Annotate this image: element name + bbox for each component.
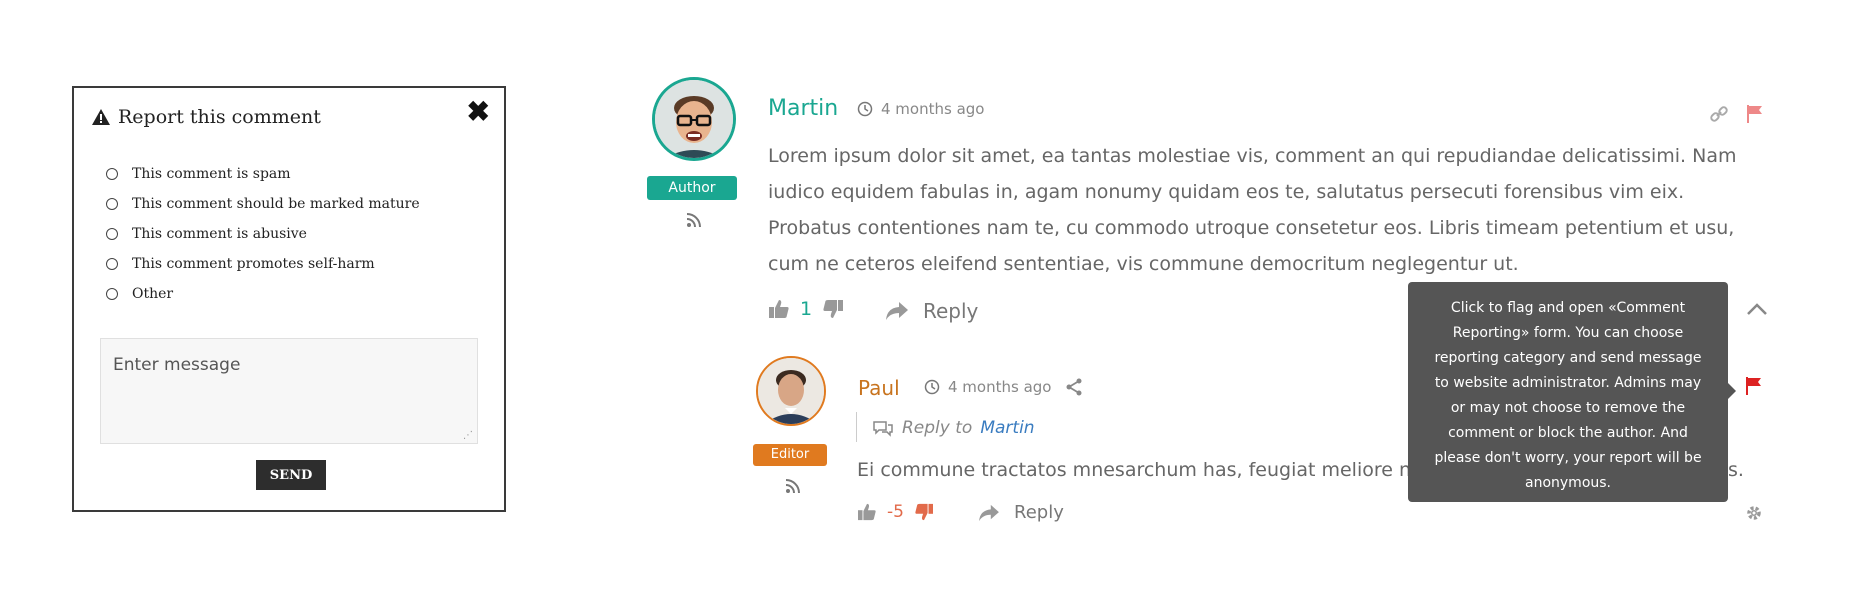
report-option-label: This comment is spam	[132, 166, 291, 182]
author-name-text: Paul	[858, 376, 900, 400]
vote-count: 1	[800, 298, 813, 320]
report-option-self-harm[interactable]: This comment promotes self-harm	[106, 256, 375, 272]
reply-to-link[interactable]: Martin	[980, 418, 1034, 438]
report-comment-modal: Report this comment ✖ This comment is sp…	[72, 86, 506, 512]
report-option-label: This comment is abusive	[132, 226, 307, 242]
comment-author-name[interactable]: Paul	[858, 376, 900, 400]
avatar-paul[interactable]	[756, 356, 826, 426]
flag-icon[interactable]	[1746, 104, 1764, 129]
share-icon[interactable]	[1065, 378, 1083, 396]
clock-icon	[857, 101, 873, 117]
reply-label: Reply	[1014, 502, 1064, 523]
avatar-image	[758, 358, 824, 424]
link-icon[interactable]	[1710, 105, 1728, 128]
close-icon[interactable]: ✖	[467, 98, 490, 126]
modal-title: Report this comment	[92, 106, 321, 128]
reply-to-divider	[856, 412, 857, 442]
comment-timestamp: 4 months ago	[857, 100, 984, 118]
reply-icon	[979, 504, 999, 521]
tooltip-line: anonymous.	[1525, 475, 1611, 491]
message-textarea[interactable]: Enter message ⋰	[100, 338, 478, 444]
report-option-spam[interactable]: This comment is spam	[106, 166, 291, 182]
tooltip-line: comment or block the author. And	[1448, 425, 1688, 441]
gear-icon[interactable]	[1745, 504, 1763, 527]
message-placeholder: Enter message	[113, 355, 241, 375]
tooltip-line: please don't worry, your report will be	[1434, 450, 1702, 466]
author-name-text: Martin	[768, 96, 839, 121]
avatar-image	[655, 80, 733, 158]
avatar-martin[interactable]	[652, 77, 736, 161]
radio-button[interactable]	[106, 288, 118, 300]
report-option-other[interactable]: Other	[106, 286, 173, 302]
author-badge: Author	[647, 176, 737, 200]
tooltip-line: Reporting» form. You can choose	[1452, 325, 1684, 341]
vote-controls: 1	[768, 298, 844, 320]
radio-button[interactable]	[106, 198, 118, 210]
report-option-label: This comment promotes self-harm	[132, 256, 375, 272]
tooltip-line: reporting category and send message	[1434, 350, 1702, 366]
tooltip-line: or may not choose to remove the	[1450, 400, 1686, 416]
resize-handle-icon[interactable]: ⋰	[463, 430, 473, 441]
tooltip-line: to website administrator. Admins may	[1434, 375, 1702, 391]
warning-icon	[92, 109, 110, 125]
timestamp-text: 4 months ago	[881, 100, 985, 118]
chevron-up-icon[interactable]	[1746, 302, 1768, 321]
thumbs-down-icon[interactable]	[914, 503, 934, 521]
radio-button[interactable]	[106, 228, 118, 240]
vote-count: -5	[887, 502, 904, 522]
rss-icon[interactable]	[686, 212, 702, 233]
timestamp-text: 4 months ago	[948, 378, 1052, 396]
editor-badge: Editor	[753, 444, 827, 466]
report-option-mature[interactable]: This comment should be marked mature	[106, 196, 420, 212]
comment-author-name[interactable]: Martin	[768, 96, 838, 121]
reply-icon	[886, 302, 908, 320]
comment-icon	[873, 421, 893, 437]
vote-controls: -5	[857, 502, 934, 522]
flag-icon[interactable]	[1745, 376, 1763, 401]
tooltip-line: Click to flag and open «Comment	[1450, 300, 1686, 316]
radio-button[interactable]	[106, 258, 118, 270]
reply-to-prefix: Reply to	[902, 418, 973, 438]
reply-to-line: Reply to Martin	[872, 418, 1035, 438]
reply-button[interactable]: Reply	[978, 502, 1064, 523]
radio-button[interactable]	[106, 168, 118, 180]
thumbs-down-icon[interactable]	[822, 299, 844, 319]
reply-button[interactable]: Reply	[885, 299, 978, 323]
send-button[interactable]: SEND	[256, 460, 326, 490]
comment-body: Lorem ipsum dolor sit amet, ea tantas mo…	[768, 145, 1737, 275]
report-option-label: Other	[132, 286, 174, 302]
rss-icon[interactable]	[785, 478, 801, 499]
reply-label: Reply	[923, 299, 979, 323]
modal-title-text: Report this comment	[118, 106, 321, 128]
report-option-label: This comment should be marked mature	[132, 196, 420, 212]
thumbs-up-icon[interactable]	[857, 503, 877, 521]
flag-tooltip: Click to flag and open «Comment Reportin…	[1408, 282, 1728, 502]
tooltip-arrow	[1727, 382, 1736, 400]
clock-icon	[924, 379, 940, 395]
thumbs-up-icon[interactable]	[768, 299, 790, 319]
comment-body-end: s.	[1728, 459, 1744, 481]
report-option-abusive[interactable]: This comment is abusive	[106, 226, 307, 242]
comment-body: Ei commune tractatos mnesarchum has, feu…	[857, 459, 1423, 481]
comment-timestamp: 4 months ago	[924, 378, 1083, 396]
